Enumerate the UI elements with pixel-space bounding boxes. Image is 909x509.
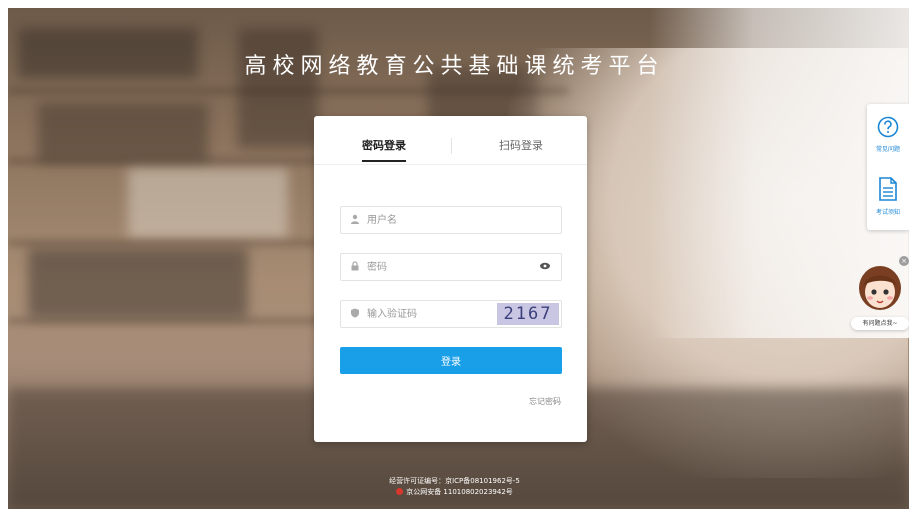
sidebar-item-exam-notice[interactable]: 考试须知 [867,177,909,216]
captcha-field: 2167 [340,300,562,328]
login-page: 高校网络教育公共基础课统考平台 密码登录 扫码登录 用户名 输入验证码 2167… [0,0,909,509]
assistant-avatar-icon [859,266,901,310]
username-input[interactable] [367,207,517,233]
captcha-input[interactable] [367,301,517,327]
eye-icon[interactable] [539,261,551,271]
security-record-text[interactable]: 京公网安备 11010802023942号 [406,488,513,496]
police-badge-icon [396,488,404,495]
bookshelf-decor [128,168,288,238]
bookshelf-decor [38,103,208,163]
password-field [340,253,562,281]
sidebar-item-exam-notice-label: 考试须知 [875,209,900,216]
tab-qr-login[interactable]: 扫码登录 [499,137,543,153]
sidebar-item-faq[interactable]: 常见问题 [867,116,909,153]
forgot-password-link[interactable]: 忘记密码 [529,396,561,407]
security-record: 京公网安备 11010802023942号 [0,487,909,498]
sidebar-item-faq-label: 常见问题 [875,146,900,153]
login-card: 密码登录 扫码登录 用户名 输入验证码 2167 登录 忘记密码 [314,116,587,442]
icp-license: 经营许可证编号：京ICP备08101962号-5 [389,477,520,485]
user-icon [351,214,359,224]
document-icon [879,177,897,201]
question-circle-icon [877,116,899,138]
lock-icon [351,261,359,271]
page-title: 高校网络教育公共基础课统考平台 [244,54,665,79]
login-button[interactable]: 登录 [340,347,562,374]
right-sidebar: 常见问题 考试须知 [867,104,909,230]
help-assistant[interactable]: × 有问题点我~ [851,256,909,330]
captcha-image[interactable]: 2167 [497,303,559,325]
shield-icon [351,308,359,318]
password-input[interactable] [367,254,517,280]
active-tab-indicator [362,160,406,162]
shelf-line [8,88,568,94]
username-field [340,206,562,234]
tab-divider [451,138,452,154]
login-tabs: 密码登录 扫码登录 [314,116,587,165]
assistant-label: 有问题点我~ [851,317,909,330]
bookshelf-decor [28,248,248,318]
footer: 经营许可证编号：京ICP备08101962号-5 京公网安备 110108020… [0,476,909,498]
tab-password-login[interactable]: 密码登录 [362,137,406,153]
